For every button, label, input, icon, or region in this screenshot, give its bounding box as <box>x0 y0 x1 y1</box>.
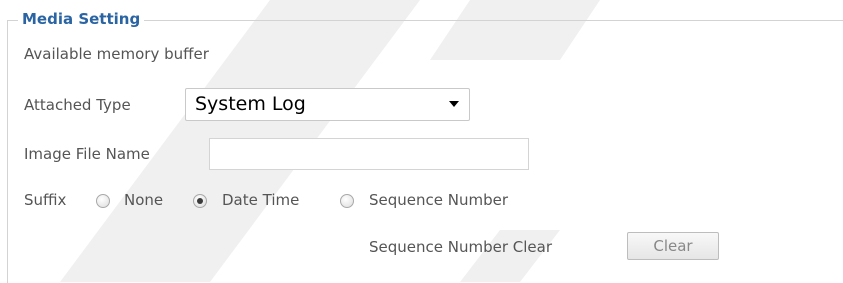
attached-type-select[interactable]: System Log <box>185 88 470 121</box>
suffix-sequence-number-label: Sequence Number <box>369 191 509 209</box>
suffix-label: Suffix <box>24 191 67 209</box>
image-file-name-label: Image File Name <box>24 145 150 163</box>
attached-type-value: System Log <box>195 93 306 115</box>
suffix-radio-none[interactable] <box>96 194 110 208</box>
suffix-none-label: None <box>124 191 164 209</box>
group-legend: Media Setting <box>18 10 145 28</box>
sequence-number-clear-label: Sequence Number Clear <box>369 238 553 256</box>
attached-type-label: Attached Type <box>24 96 131 114</box>
memory-buffer-label: Available memory buffer <box>24 45 209 63</box>
suffix-radio-sequence-number[interactable] <box>340 194 354 208</box>
image-file-name-input[interactable] <box>209 138 529 170</box>
suffix-radio-date-time[interactable] <box>193 194 207 208</box>
chevron-down-icon <box>449 101 459 107</box>
clear-button[interactable]: Clear <box>627 232 719 260</box>
suffix-date-time-label: Date Time <box>222 191 300 209</box>
